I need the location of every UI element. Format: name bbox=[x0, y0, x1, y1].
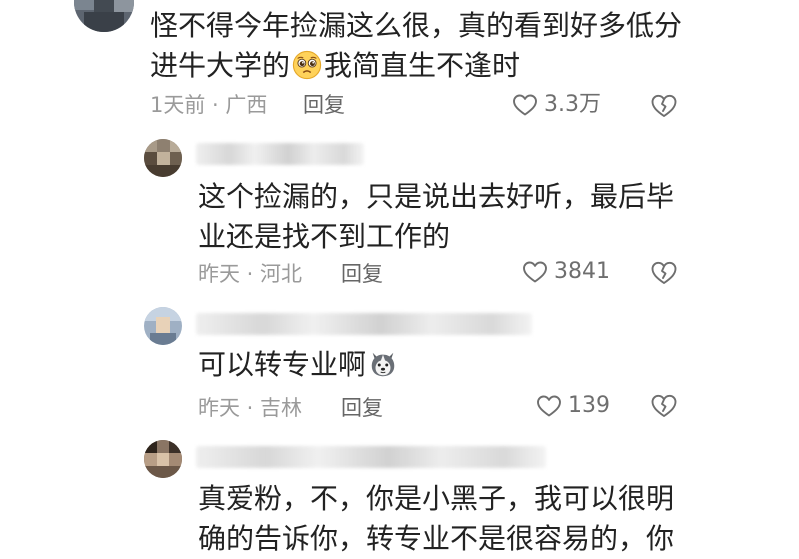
comment-time-location: 昨天 · 吉林 bbox=[198, 396, 303, 420]
avatar[interactable] bbox=[144, 440, 182, 478]
reply-button[interactable]: 回复 bbox=[341, 260, 383, 288]
like-button[interactable]: 3.3万 bbox=[512, 91, 601, 119]
blurred-username bbox=[196, 446, 546, 468]
comment-line: 这个捡漏的，只是说出去好听，最后毕 bbox=[198, 180, 675, 213]
comment-line: 确的告诉你，转专业不是很容易的，你 bbox=[198, 522, 675, 555]
comment-text: 这个捡漏的，只是说出去好听，最后毕 业还是找不到工作的 bbox=[198, 177, 674, 257]
comment-text: 可以转专业啊 bbox=[198, 345, 400, 385]
like-count: 3841 bbox=[554, 259, 610, 284]
reply-button[interactable]: 回复 bbox=[341, 394, 383, 422]
pleading-face-emoji-icon bbox=[292, 50, 322, 80]
comment-text: 真爱粉，不，你是小黑子，我可以很明 确的告诉你，转专业不是很容易的，你 bbox=[198, 479, 674, 559]
comment-text: 怪不得今年捡漏这么很，真的看到好多低分 进牛大学的 我简直生不逢时 bbox=[150, 6, 682, 86]
blurred-username bbox=[196, 313, 532, 335]
broken-heart-icon[interactable] bbox=[650, 260, 678, 286]
broken-heart-icon[interactable] bbox=[650, 93, 678, 119]
like-count: 139 bbox=[568, 393, 610, 418]
comment-time-location: 昨天 · 河北 bbox=[198, 262, 303, 286]
avatar[interactable] bbox=[74, 0, 134, 32]
comment-line: 业还是找不到工作的 bbox=[198, 220, 451, 253]
broken-heart-icon[interactable] bbox=[650, 393, 678, 419]
reply-button[interactable]: 回复 bbox=[303, 91, 345, 119]
avatar[interactable] bbox=[144, 307, 182, 345]
heart-icon bbox=[537, 395, 561, 417]
comment-line: 怪不得今年捡漏这么很，真的看到好多低分 bbox=[150, 9, 683, 42]
comment-line: 真爱粉，不，你是小黑子，我可以很明 bbox=[198, 482, 675, 515]
heart-icon bbox=[523, 261, 547, 283]
like-button[interactable]: 139 bbox=[536, 392, 610, 420]
husky-dog-face-emoji-icon bbox=[371, 352, 395, 377]
avatar[interactable] bbox=[144, 139, 182, 177]
like-count: 3.3万 bbox=[544, 92, 601, 117]
blurred-username bbox=[196, 143, 364, 165]
comment-time-location: 1天前 · 广西 bbox=[150, 93, 268, 117]
comment-line: 可以转专业啊 bbox=[198, 345, 400, 385]
comment-line: 进牛大学的 我简直生不逢时 bbox=[150, 49, 521, 82]
like-button[interactable]: 3841 bbox=[522, 258, 610, 286]
heart-icon bbox=[513, 94, 537, 116]
